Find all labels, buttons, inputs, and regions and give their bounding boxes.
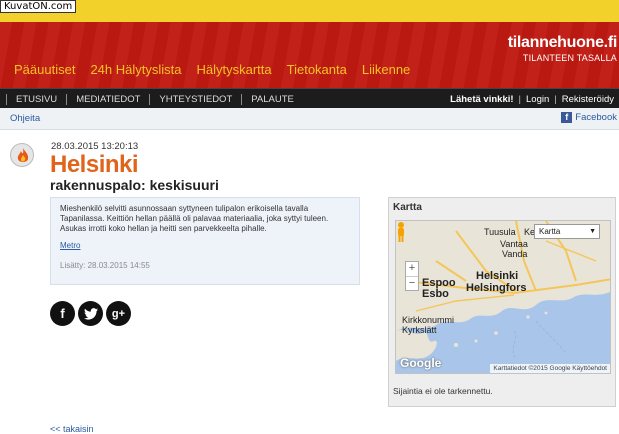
map-type-value: Kartta bbox=[539, 227, 561, 236]
help-link[interactable]: Ohjeita bbox=[10, 113, 40, 124]
map-label-kirkkonummi: Kirkkonummi bbox=[402, 315, 455, 325]
map-attribution[interactable]: Karttatiedot ©2015 Google Käyttöehdot bbox=[490, 364, 610, 373]
sub-nav-etusivu[interactable]: ETUSIVU bbox=[6, 93, 66, 105]
sub-nav-mediatiedot[interactable]: MEDIATIEDOT bbox=[66, 93, 149, 105]
map-label-helsingfors: Helsingfors bbox=[466, 282, 527, 294]
location-note: Sijaintia ei ole tarkennettu. bbox=[393, 386, 493, 396]
nav-item-halytyskartta[interactable]: Hälytyskartta bbox=[196, 62, 271, 77]
map-label-esbo: Esbo bbox=[422, 288, 449, 300]
nav-item-tietokanta[interactable]: Tietokanta bbox=[287, 62, 347, 77]
google-logo[interactable]: Google bbox=[400, 356, 441, 370]
map-label-helsinki: Helsinki bbox=[476, 270, 519, 282]
zoom-out-button[interactable]: − bbox=[406, 277, 418, 291]
event-city: Helsinki bbox=[50, 151, 139, 178]
fire-icon bbox=[10, 143, 34, 167]
map-title: Kartta bbox=[393, 202, 422, 213]
watermark: KuvatON.com bbox=[0, 0, 77, 13]
facebook-icon: f bbox=[561, 112, 573, 123]
map-view[interactable]: Tuusula Ker Vantaa Vanda Espoo Esbo Hels… bbox=[395, 220, 611, 374]
facebook-link-label: Facebook bbox=[575, 112, 617, 123]
sub-nav-palaute[interactable]: PALAUTE bbox=[241, 93, 303, 105]
map-label-vanda: Vanda bbox=[502, 249, 528, 259]
zoom-control: + − bbox=[405, 261, 419, 291]
facebook-link[interactable]: f Facebook bbox=[561, 112, 617, 123]
site-logo-title[interactable]: tilannehuone.fi bbox=[508, 34, 618, 52]
google-plus-icon: g+ bbox=[111, 307, 126, 320]
google-plus-share-button[interactable]: g+ bbox=[106, 301, 131, 326]
utility-bar: Ohjeita f Facebook bbox=[0, 108, 619, 130]
sub-nav-bar: ETUSIVU MEDIATIEDOT YHTEYSTIEDOT PALAUTE… bbox=[0, 88, 619, 108]
sub-nav-yhteystiedot[interactable]: YHTEYSTIEDOT bbox=[149, 93, 241, 105]
map-type-select[interactable]: Kartta ▼ bbox=[534, 224, 600, 239]
event-type: rakennuspalo: keskisuuri bbox=[50, 177, 219, 193]
twitter-bird-icon bbox=[83, 307, 98, 320]
chevron-down-icon: ▼ bbox=[589, 228, 596, 235]
map-label-tuusula: Tuusula bbox=[484, 227, 516, 237]
map-card: Kartta Tuusula Ker Vantaa Vanda Espoo Es… bbox=[388, 197, 616, 407]
source-link[interactable]: Metro bbox=[60, 241, 80, 250]
main-nav: Pääuutiset 24h Hälytyslista Hälytyskartt… bbox=[14, 62, 425, 77]
back-link[interactable]: << takaisin bbox=[50, 424, 94, 434]
send-tip-link[interactable]: Lähetä vinkki! bbox=[445, 94, 518, 105]
top-yellow-bar bbox=[0, 0, 619, 22]
added-timestamp: Lisätty: 28.03.2015 14:55 bbox=[60, 261, 150, 270]
twitter-share-button[interactable] bbox=[78, 301, 103, 326]
user-nav: Lähetä vinkki! | Login | Rekisteröidy bbox=[445, 89, 619, 109]
zoom-in-button[interactable]: + bbox=[406, 262, 418, 276]
sub-nav: ETUSIVU MEDIATIEDOT YHTEYSTIEDOT PALAUTE bbox=[6, 89, 303, 109]
event-description-box: Mieshenkilö selvitti asunnossaan syttyne… bbox=[50, 197, 360, 285]
register-link[interactable]: Rekisteröidy bbox=[557, 94, 619, 105]
share-buttons: f g+ bbox=[50, 301, 131, 326]
site-tagline: TILANTEEN TASALLA bbox=[522, 53, 617, 63]
map-label-kyrkslatt: Kyrkslätt bbox=[402, 325, 437, 335]
login-link[interactable]: Login bbox=[521, 94, 554, 105]
facebook-icon: f bbox=[60, 306, 65, 321]
map-label-vantaa: Vantaa bbox=[500, 239, 528, 249]
nav-item-24h-halytyslista[interactable]: 24h Hälytyslista bbox=[90, 62, 181, 77]
event-description: Mieshenkilö selvitti asunnossaan syttyne… bbox=[60, 204, 329, 233]
facebook-share-button[interactable]: f bbox=[50, 301, 75, 326]
nav-item-liikenne[interactable]: Liikenne bbox=[362, 62, 410, 77]
nav-item-paauutiset[interactable]: Pääuutiset bbox=[14, 62, 75, 77]
site-header: Pääuutiset 24h Hälytyslista Hälytyskartt… bbox=[0, 22, 619, 88]
pegman-icon[interactable] bbox=[396, 221, 406, 243]
